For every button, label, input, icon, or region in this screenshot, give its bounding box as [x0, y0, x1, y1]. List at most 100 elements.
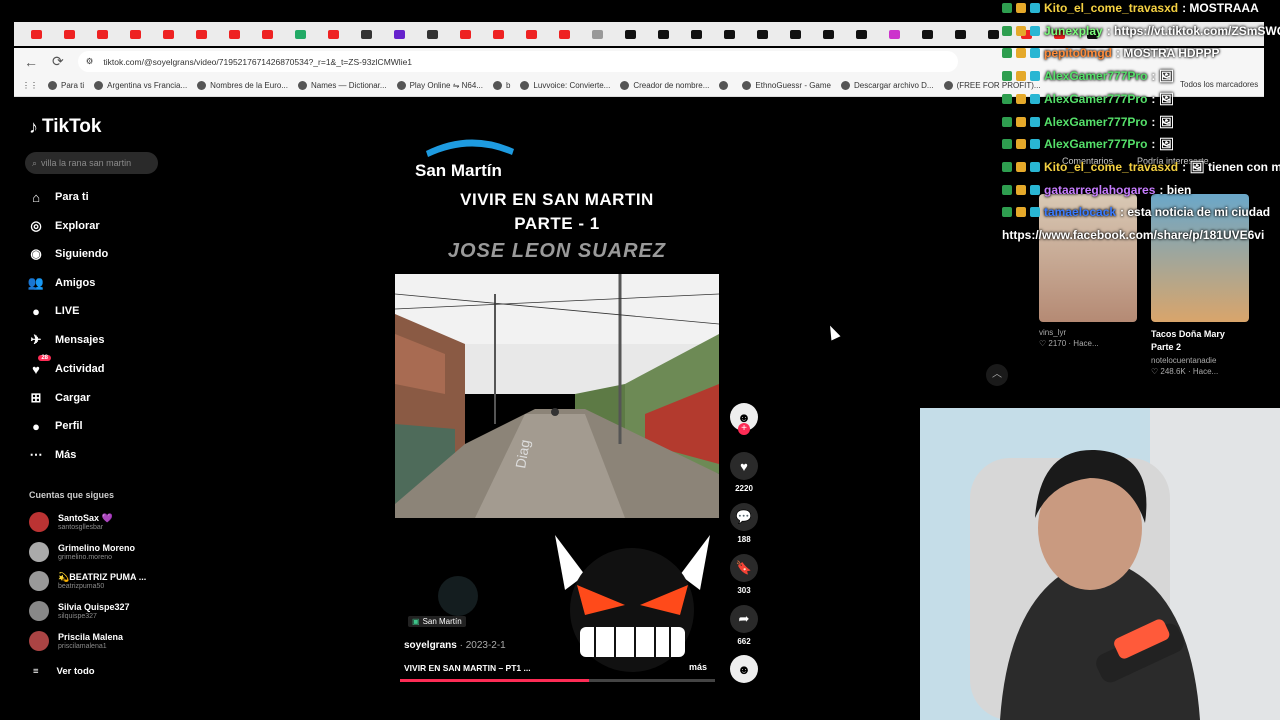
browser-tab[interactable] [88, 25, 117, 43]
bookmark-item[interactable]: EthnoGuessr - Game [742, 81, 831, 90]
browser-tab[interactable] [187, 25, 216, 43]
chat-message: Junexplay : https://vt.tiktok.com/ZSmSWQ [1002, 24, 1280, 38]
save-button[interactable]: 🔖 303 [730, 554, 758, 595]
search-input[interactable]: ⌕ villa la rana san martin [25, 152, 158, 174]
browser-tab[interactable] [286, 25, 315, 43]
bookmark-item[interactable]: Descargar archivo D... [841, 81, 934, 90]
share-icon: ➦ [730, 605, 758, 633]
creator-name[interactable]: soyelgrans [404, 640, 457, 651]
sidebar-item-explorar[interactable]: ◎ Explorar [27, 217, 99, 235]
live-icon: ● [32, 303, 40, 319]
video-progress-bar[interactable] [400, 679, 715, 682]
following-accounts-title: Cuentas que sigues [29, 490, 115, 500]
creator-avatar-button[interactable]: ☻ + [730, 403, 758, 435]
address-bar[interactable]: ⚙ tiktok.com/@soyelgrans/video/719521767… [77, 51, 958, 72]
browser-tab[interactable] [484, 25, 513, 43]
browser-tab[interactable] [583, 25, 612, 43]
browser-tab[interactable] [121, 25, 150, 43]
browser-tab[interactable] [319, 25, 348, 43]
friends-icon: 👥 [27, 275, 45, 290]
comment-button[interactable]: 💬 188 [730, 503, 758, 544]
sidebar-item-cargar[interactable]: ⊞ Cargar [27, 389, 91, 407]
followed-account[interactable]: Priscila Malena priscilamalena1 [29, 631, 123, 651]
browser-tab[interactable] [781, 25, 810, 43]
browser-tab[interactable] [847, 25, 876, 43]
browser-tab[interactable] [946, 25, 975, 43]
sidebar-item-mensajes[interactable]: ✈ Mensajes [27, 331, 105, 349]
browser-tab[interactable] [22, 25, 51, 43]
reload-icon[interactable]: ⟳ [52, 53, 64, 70]
browser-tab[interactable] [616, 25, 645, 43]
bookmark-item[interactable]: Argentina vs Francia... [94, 81, 187, 90]
chat-message: AlexGamer777Pro : 🖼 [1002, 92, 1174, 106]
sidebar-item-live[interactable]: ● LIVE [27, 302, 79, 320]
sidebar-item-siguiendo[interactable]: ◉ Siguiendo [27, 245, 108, 263]
avatar [29, 512, 49, 532]
browser-tab[interactable] [880, 25, 909, 43]
chevron-up-icon[interactable]: ︿ [986, 364, 1008, 386]
bookmark-item[interactable] [719, 81, 732, 90]
sidebar-item-amigos[interactable]: 👥 Amigos [27, 274, 95, 292]
browser-tab[interactable] [220, 25, 249, 43]
video-title-line1: VIVIR EN SAN MARTIN [460, 190, 654, 209]
bookmark-label: Names — Dictionar... [310, 81, 387, 90]
bookmark-item[interactable]: Para ti [48, 81, 84, 90]
browser-tab[interactable] [649, 25, 678, 43]
tiktok-logo[interactable]: ♪ TikTok [29, 116, 101, 138]
followed-account[interactable]: 💫BEATRIZ PUMA ... beatrizpuma50 [29, 571, 146, 591]
chat-message: gataarreglahogares : bien [1002, 183, 1191, 197]
back-icon[interactable]: ← [24, 54, 38, 70]
bookmark-item[interactable]: Nombres de la Euro... [197, 81, 288, 90]
browser-tab[interactable] [682, 25, 711, 43]
apps-icon[interactable]: ⋮⋮ [22, 81, 38, 90]
sidebar-item-perfil[interactable]: ● Perfil [27, 417, 82, 435]
chat-username: Junexplay [1044, 23, 1103, 38]
browser-tab[interactable] [154, 25, 183, 43]
followed-account[interactable]: SantoSax 💜 santosgllesbar [29, 512, 113, 532]
browser-tab[interactable] [55, 25, 84, 43]
chat-message: AlexGamer777Pro : 🖼 [1002, 69, 1174, 83]
sub-badge-icon [1016, 139, 1026, 150]
heart-icon: ♥ [730, 452, 758, 480]
bookmark-item[interactable]: Creador de nombre... [620, 81, 709, 90]
sidebar-item-actividad[interactable]: ♥ 28 Actividad [27, 355, 105, 378]
sound-button[interactable]: ☻ [730, 655, 758, 683]
site-info-icon[interactable]: ⚙ [86, 56, 94, 67]
followed-account[interactable]: Silvia Quispe327 silquispe327 [29, 601, 130, 621]
sub-badge-icon [1016, 3, 1026, 13]
browser-tab[interactable] [517, 25, 546, 43]
sidebar-item-más[interactable]: ⋯ Más [27, 446, 77, 464]
browser-tab[interactable] [550, 25, 579, 43]
browser-tab[interactable] [913, 25, 942, 43]
all-bookmarks-link[interactable]: Todos los marcadores [1180, 80, 1258, 89]
location-tag[interactable]: ▣ San Martín [408, 616, 466, 627]
more-caption-button[interactable]: más [689, 662, 707, 672]
share-button[interactable]: ➦ 662 [730, 605, 758, 646]
tab-favicon-icon [262, 29, 273, 39]
gift-badge-icon [1030, 25, 1040, 36]
like-button[interactable]: ♥ 2220 [730, 452, 758, 493]
account-handle: grimelino.moreno [58, 553, 113, 561]
bookmark-item[interactable]: Luvvoice: Convierte... [520, 81, 610, 90]
follow-plus-icon[interactable]: + [738, 423, 750, 435]
followed-account[interactable]: Grimelino Moreno grimelino.moreno [29, 542, 135, 562]
browser-tab[interactable] [253, 25, 282, 43]
bookmark-item[interactable]: Names — Dictionar... [297, 81, 387, 90]
browser-tab[interactable] [715, 25, 744, 43]
browser-tab[interactable] [385, 25, 414, 43]
tab-favicon-icon [460, 29, 471, 39]
chat-message: tamaelocack : esta noticia de mi ciudad [1002, 205, 1270, 219]
chat-message: AlexGamer777Pro : 🖼 [1002, 115, 1174, 129]
browser-tab[interactable] [418, 25, 447, 43]
bookmark-item[interactable]: Play Online ⇋ N64... [396, 81, 483, 90]
sidebar-item-para-ti[interactable]: ⌂ Para ti [27, 188, 89, 206]
bookmark-item[interactable]: b [492, 81, 510, 90]
browser-tab[interactable] [748, 25, 777, 43]
creator-line[interactable]: soyelgrans · 2023-2-1 [404, 640, 506, 651]
suggested-video-card[interactable]: Tacos Doña Mary Parte 2 notelocuentanadi… [1151, 194, 1249, 376]
see-all-button[interactable]: ≡ Ver todo [33, 666, 95, 677]
browser-tab[interactable] [814, 25, 843, 43]
browser-tab[interactable] [352, 25, 381, 43]
browser-tab[interactable] [451, 25, 480, 43]
chat-username: AlexGamer777Pro [1044, 114, 1148, 129]
